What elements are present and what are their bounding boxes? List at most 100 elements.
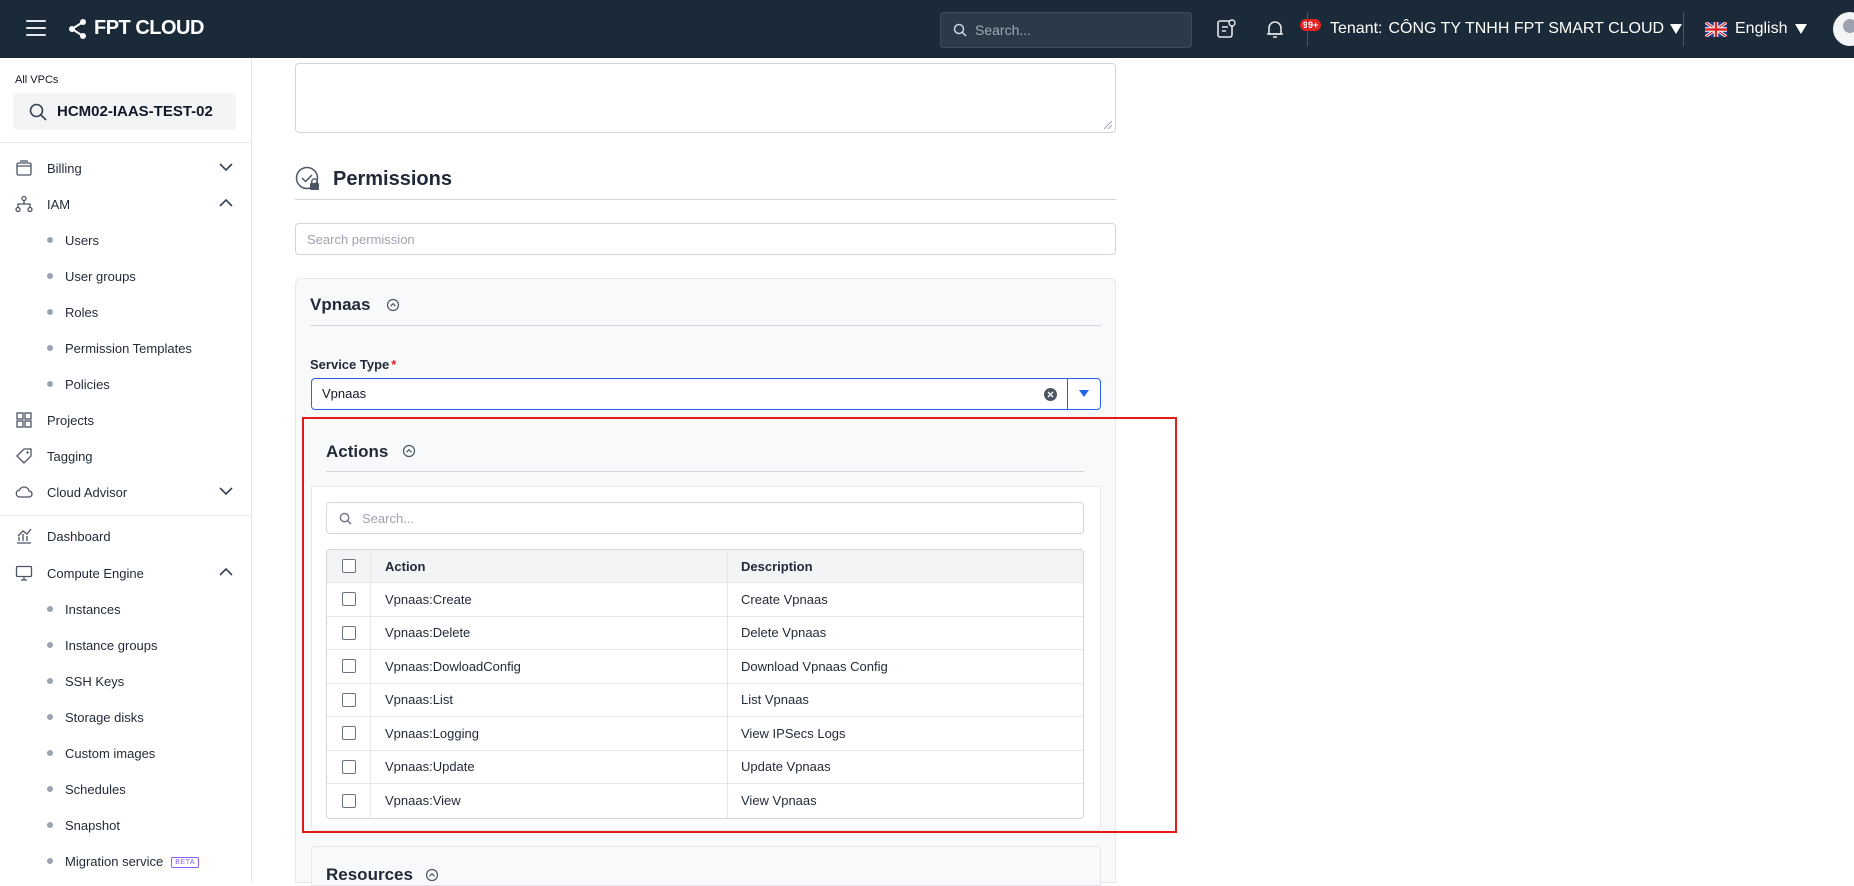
cloud-advisor-icon	[15, 486, 33, 498]
sidebar-item-label: Permission Templates	[65, 340, 192, 356]
permissions-header: Permissions	[295, 166, 452, 192]
nav-label: Compute Engine	[47, 565, 144, 581]
divider	[1683, 12, 1684, 46]
sidebar-item-label: Migration service BETA	[65, 853, 200, 869]
search-icon	[953, 23, 967, 37]
uk-flag-icon	[1705, 21, 1727, 37]
sidebar-item-label: Policies	[65, 376, 110, 392]
caret-down-icon[interactable]	[1078, 390, 1090, 398]
vpc-name: HCM02-IAAS-TEST-02	[57, 103, 213, 120]
migration-label: Migration service	[65, 853, 164, 869]
bullet	[47, 750, 53, 756]
search-icon	[29, 103, 47, 121]
sidebar-item-label: SSH Keys	[65, 673, 125, 689]
dashboard-icon	[17, 528, 32, 544]
sidebar-item-label: Instance groups	[65, 637, 158, 653]
top-bar: FPT CLOUD 99+ Tenant: CÔNG TY TNHH FPT S…	[0, 0, 1854, 58]
divider	[0, 142, 252, 143]
nav-tagging[interactable]: Tagging	[0, 441, 252, 471]
bullet	[47, 714, 53, 720]
chevron-down-icon	[219, 163, 233, 172]
tenant-name: CÔNG TY TNHH FPT SMART CLOUD	[1388, 20, 1665, 37]
sidebar-item-instances[interactable]: Instances	[0, 595, 252, 623]
nav-compute-engine[interactable]: Compute Engine	[0, 558, 252, 588]
sidebar-item-policies[interactable]: Policies	[0, 370, 252, 398]
divider	[1307, 12, 1308, 46]
sidebar-item-migration-service[interactable]: Migration service BETA	[0, 847, 252, 875]
sidebar-item-custom-images[interactable]: Custom images	[0, 739, 252, 767]
bullet	[47, 273, 53, 279]
collapse-icon[interactable]	[425, 868, 439, 882]
caret-down-icon	[1795, 24, 1808, 34]
service-type-select[interactable]	[311, 378, 1101, 410]
iam-icon	[15, 195, 33, 213]
nav-cloud-advisor[interactable]: Cloud Advisor	[0, 477, 252, 507]
caret-down-icon	[1670, 24, 1683, 34]
language-selector[interactable]: English	[1705, 20, 1808, 38]
service-type-input[interactable]	[322, 386, 1022, 401]
bell-icon[interactable]	[1263, 17, 1287, 41]
task-icon[interactable]	[1214, 17, 1238, 41]
sidebar-item-ssh-keys[interactable]: SSH Keys	[0, 667, 252, 695]
sidebar-item-permission-templates[interactable]: Permission Templates	[0, 334, 252, 362]
bullet	[47, 345, 53, 351]
description-textarea[interactable]	[295, 63, 1116, 133]
nav-label: Projects	[47, 412, 94, 428]
brand-logo[interactable]: FPT CLOUD	[66, 17, 204, 40]
nav-label: Cloud Advisor	[47, 484, 128, 500]
vpc-selector[interactable]: HCM02-IAAS-TEST-02	[13, 93, 236, 130]
sidebar: All VPCs HCM02-IAAS-TEST-02 Billing IAM …	[0, 58, 252, 883]
sidebar-item-user-groups[interactable]: User groups	[0, 262, 252, 290]
tag-icon	[16, 448, 32, 464]
search-permission-input[interactable]	[295, 223, 1116, 255]
nav-projects[interactable]: Projects	[0, 405, 252, 435]
notification-badge: 99+	[1300, 19, 1322, 31]
divider	[295, 199, 1116, 200]
global-search[interactable]	[940, 12, 1192, 48]
bullet	[47, 858, 53, 864]
tenant-label: Tenant:	[1330, 20, 1383, 37]
sidebar-item-snapshot[interactable]: Snapshot	[0, 811, 252, 839]
compute-icon	[15, 565, 33, 581]
bullet	[47, 786, 53, 792]
sidebar-item-label: User groups	[65, 268, 136, 284]
bullet	[47, 822, 53, 828]
language-label: English	[1735, 20, 1788, 37]
divider	[1067, 379, 1068, 409]
sidebar-item-label: Snapshot	[65, 817, 120, 833]
bullet	[47, 678, 53, 684]
chevron-up-icon	[219, 198, 233, 207]
bullet	[47, 237, 53, 243]
avatar[interactable]	[1833, 12, 1854, 46]
clear-icon[interactable]	[1043, 387, 1058, 402]
sidebar-item-instance-groups[interactable]: Instance groups	[0, 631, 252, 659]
sidebar-item-storage-disks[interactable]: Storage disks	[0, 703, 252, 731]
chevron-up-icon	[219, 567, 233, 576]
sidebar-item-label: Schedules	[65, 781, 126, 797]
highlight-box	[302, 417, 1177, 833]
nav-dashboard[interactable]: Dashboard	[0, 521, 252, 551]
billing-icon	[16, 160, 32, 176]
nav-label: Dashboard	[47, 528, 111, 544]
sidebar-item-label: Storage disks	[65, 709, 144, 725]
service-type-label: Service Type *	[310, 357, 396, 372]
projects-icon	[16, 412, 32, 428]
collapse-icon[interactable]	[386, 298, 400, 312]
tenant-selector[interactable]: Tenant: CÔNG TY TNHH FPT SMART CLOUD	[1330, 20, 1683, 38]
beta-badge: BETA	[171, 856, 200, 868]
nav-label: IAM	[47, 196, 71, 212]
bullet	[47, 606, 53, 612]
sidebar-item-label: Instances	[65, 601, 121, 617]
nav-billing[interactable]: Billing	[0, 153, 252, 183]
sidebar-item-schedules[interactable]: Schedules	[0, 775, 252, 803]
vpc-label: All VPCs	[15, 74, 59, 86]
sidebar-item-users[interactable]: Users	[0, 226, 252, 254]
resize-handle-icon[interactable]	[1104, 121, 1112, 129]
sidebar-item-label: Users	[65, 232, 99, 248]
bullet	[47, 309, 53, 315]
global-search-input[interactable]	[975, 22, 1175, 38]
nav-label: Tagging	[47, 448, 93, 464]
hamburger-icon[interactable]	[26, 20, 46, 36]
sidebar-item-roles[interactable]: Roles	[0, 298, 252, 326]
nav-iam[interactable]: IAM	[0, 189, 252, 219]
